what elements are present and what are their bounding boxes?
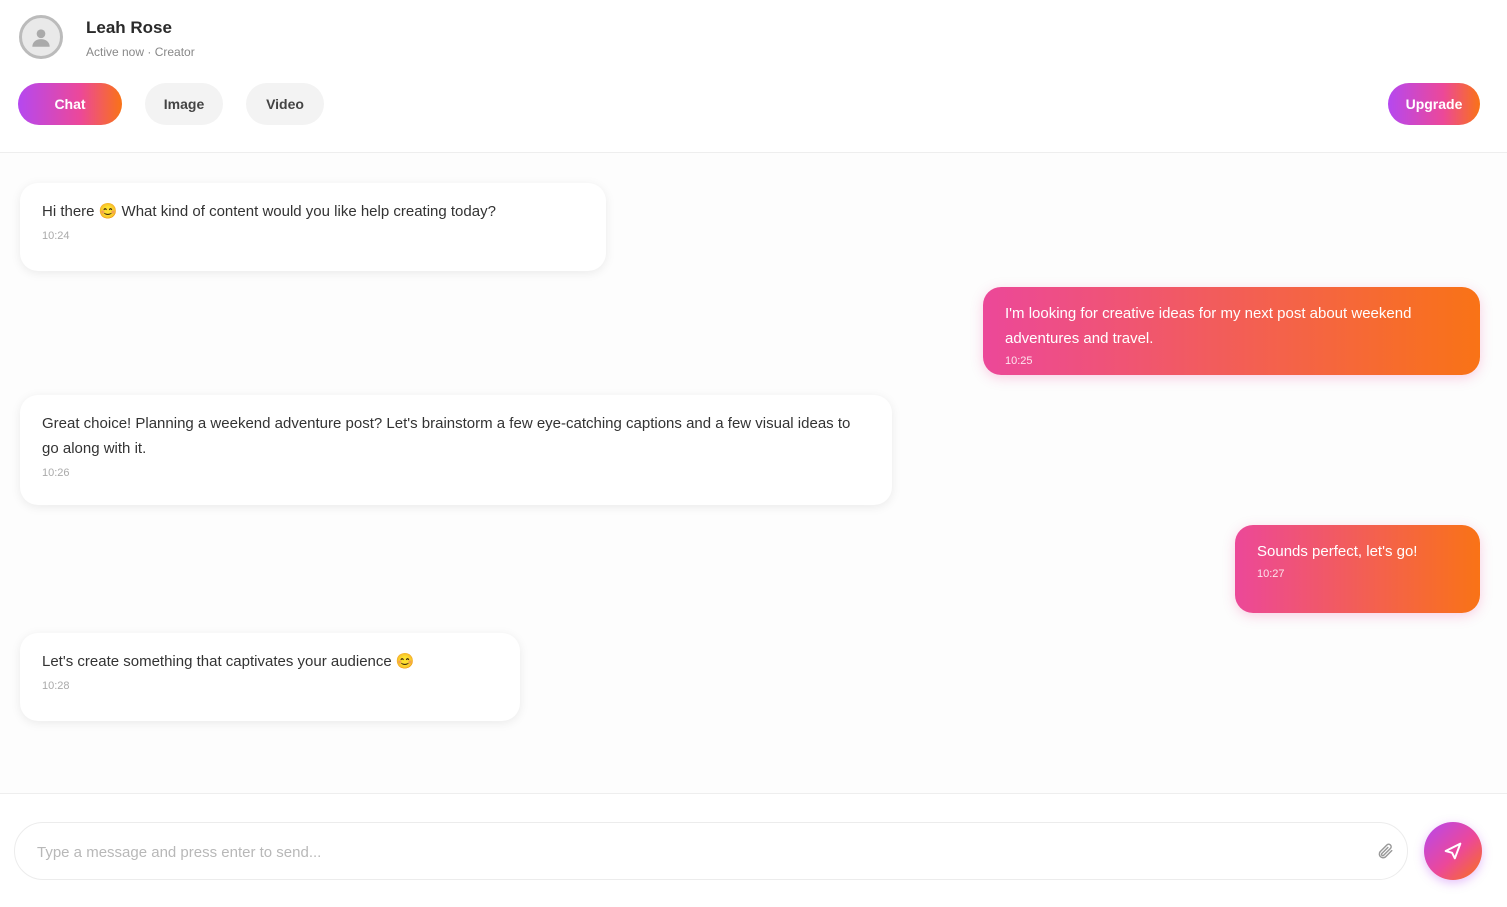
paperclip-icon <box>1378 843 1393 859</box>
tab-video[interactable]: Video <box>246 83 324 125</box>
tab-image[interactable]: Image <box>145 83 223 125</box>
message-outgoing: I'm looking for creative ideas for my ne… <box>983 287 1480 375</box>
tab-chat[interactable]: Chat <box>18 83 122 125</box>
message-incoming: Great choice! Planning a weekend adventu… <box>20 395 892 505</box>
send-button[interactable] <box>1424 822 1482 880</box>
contact-name: Leah Rose <box>86 18 172 37</box>
message-incoming: Hi there 😊 What kind of content would yo… <box>20 183 606 271</box>
message-time: 10:25 <box>1005 355 1033 367</box>
send-icon <box>1444 842 1462 860</box>
contact-status: Active now · Creator <box>86 45 195 59</box>
message-input[interactable] <box>35 823 1339 881</box>
message-time: 10:26 <box>42 467 70 479</box>
upgrade-button[interactable]: Upgrade <box>1388 83 1480 125</box>
message-incoming: Let's create something that captivates y… <box>20 633 520 721</box>
message-time: 10:27 <box>1257 568 1285 580</box>
message-time: 10:24 <box>42 230 70 242</box>
message-outgoing: Sounds perfect, let's go! 10:27 <box>1235 525 1480 613</box>
message-text: Let's create something that captivates y… <box>42 653 415 670</box>
user-icon <box>32 29 50 47</box>
message-text: Great choice! Planning a weekend adventu… <box>42 415 851 457</box>
message-text: Sounds perfect, let's go! <box>1257 543 1418 560</box>
composer <box>0 793 1507 907</box>
avatar[interactable] <box>19 15 63 59</box>
attach-button[interactable] <box>1371 837 1399 865</box>
message-text: I'm looking for creative ideas for my ne… <box>1005 305 1412 347</box>
message-text: Hi there 😊 What kind of content would yo… <box>42 203 496 220</box>
message-list[interactable]: Hi there 😊 What kind of content would yo… <box>0 153 1507 793</box>
message-time: 10:28 <box>42 680 70 692</box>
chat-header: Leah Rose Active now · Creator Chat Imag… <box>0 0 1507 153</box>
message-input-wrapper <box>14 822 1408 881</box>
